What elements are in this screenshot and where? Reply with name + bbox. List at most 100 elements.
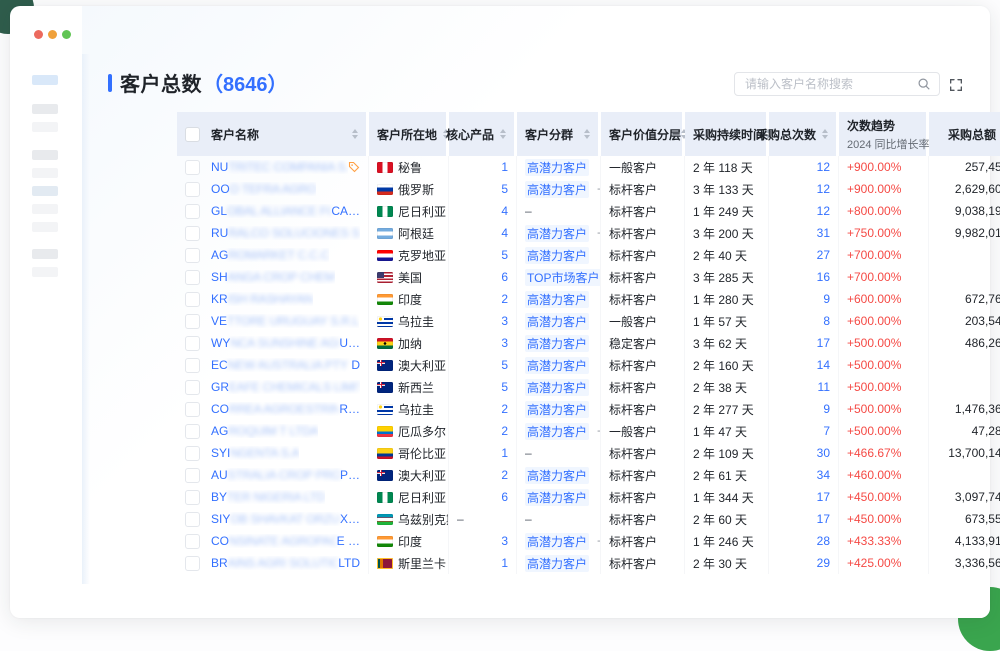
customer-name-link[interactable]: GLOBAL ALLIANCE FOR CHEMICA…	[211, 204, 360, 218]
purchase-count-value[interactable]: 12	[817, 182, 830, 196]
row-checkbox[interactable]	[185, 226, 200, 241]
core-products-value[interactable]: 5	[501, 380, 508, 394]
core-products-value[interactable]: 1	[501, 556, 508, 570]
customer-name-link[interactable]: CONSINATE AGROPACK PRIVATE …	[211, 534, 360, 548]
segment-link[interactable]: TOP市场客户	[525, 269, 601, 286]
customer-name-link[interactable]: NUTRITEC COMPANIA S.A.C	[211, 160, 348, 174]
customer-name-link[interactable]: RURALCO SOLUCIONES S.A	[211, 226, 360, 240]
search-input[interactable]	[743, 76, 917, 92]
purchase-count-value[interactable]: 9	[823, 402, 830, 416]
sidebar-item[interactable]	[32, 222, 58, 232]
segment-link[interactable]: 高潜力客户	[525, 379, 589, 396]
search-icon[interactable]	[917, 77, 931, 91]
segment-link[interactable]: 高潜力客户	[525, 533, 589, 550]
sidebar-item[interactable]	[32, 168, 58, 178]
core-products-value[interactable]: 2	[501, 468, 508, 482]
customer-name-link[interactable]: BYTER NIGERIA LTD	[211, 490, 325, 504]
purchase-count-value[interactable]: 17	[817, 490, 830, 504]
segment-link[interactable]: 高潜力客户	[525, 159, 589, 176]
core-products-value[interactable]: 6	[501, 270, 508, 284]
core-products-value[interactable]: 4	[501, 226, 508, 240]
purchase-count-value[interactable]: 7	[823, 424, 830, 438]
customer-name-link[interactable]: AGROQUIM T LTDA	[211, 424, 318, 438]
sidebar-item[interactable]	[32, 104, 58, 114]
sort-icon[interactable]	[500, 129, 506, 139]
customer-name-link[interactable]: WYNCA SUNSHINE AGRO PRODU…	[211, 336, 360, 350]
sort-icon[interactable]	[352, 129, 358, 139]
row-checkbox[interactable]	[185, 446, 200, 461]
purchase-count-value[interactable]: 28	[817, 534, 830, 548]
purchase-count-value[interactable]: 11	[818, 380, 830, 394]
column-header-tier[interactable]: 客户价值分层	[601, 112, 685, 156]
core-products-value[interactable]: 5	[501, 358, 508, 372]
core-products-value[interactable]: 2	[501, 402, 508, 416]
core-products-value[interactable]: 1	[501, 160, 508, 174]
customer-name-link[interactable]: SIYOB SHAVKAT ORZU FERMER X…	[211, 512, 360, 526]
row-checkbox[interactable]	[185, 424, 200, 439]
purchase-count-value[interactable]: 14	[817, 358, 830, 372]
customer-name-link[interactable]: SHANGA CROP CHEM	[211, 270, 335, 284]
purchase-count-value[interactable]: 31	[817, 226, 830, 240]
customer-name-link[interactable]: CORREA AGROESTRINA AL LABIO R…	[211, 402, 360, 416]
row-checkbox[interactable]	[185, 336, 200, 351]
row-checkbox[interactable]	[185, 314, 200, 329]
sidebar-item[interactable]	[32, 204, 58, 214]
row-checkbox[interactable]	[185, 160, 200, 175]
column-header-trend[interactable]: 次数趋势2024 同比增长率	[839, 112, 929, 156]
core-products-value[interactable]: 5	[501, 182, 508, 196]
purchase-count-value[interactable]: 29	[817, 556, 830, 570]
sidebar-item-active[interactable]	[32, 75, 58, 85]
segment-link[interactable]: 高潜力客户	[525, 247, 589, 264]
core-products-value[interactable]: 3	[501, 314, 508, 328]
segment-link[interactable]: 高潜力客户	[525, 357, 589, 374]
column-header-segment[interactable]: 客户分群	[517, 112, 601, 156]
row-checkbox[interactable]	[185, 182, 200, 197]
column-header-core[interactable]: 核心产品	[449, 112, 517, 156]
core-products-value[interactable]: 4	[501, 204, 508, 218]
row-checkbox[interactable]	[185, 556, 200, 571]
column-header-amount[interactable]: 采购总额i	[929, 112, 1000, 156]
core-products-value[interactable]: 3	[501, 534, 508, 548]
close-button[interactable]	[34, 30, 43, 39]
customer-name-link[interactable]: KRISH RASHAYAN	[211, 292, 313, 306]
row-checkbox[interactable]	[185, 490, 200, 505]
purchase-count-value[interactable]: 12	[817, 160, 830, 174]
purchase-count-value[interactable]: 16	[817, 270, 830, 284]
row-checkbox[interactable]	[185, 358, 200, 373]
row-checkbox[interactable]	[185, 248, 200, 263]
purchase-count-value[interactable]: 12	[817, 204, 830, 218]
column-header-count[interactable]: 采购总次数	[769, 112, 839, 156]
segment-link[interactable]: 高潜力客户	[525, 423, 589, 440]
segment-link[interactable]: 高潜力客户	[525, 291, 589, 308]
row-checkbox[interactable]	[185, 402, 200, 417]
sidebar-item[interactable]	[32, 267, 58, 277]
sidebar-item[interactable]	[32, 186, 58, 196]
sidebar-item[interactable]	[32, 122, 58, 132]
purchase-count-value[interactable]: 27	[817, 248, 830, 262]
maximize-button[interactable]	[62, 30, 71, 39]
core-products-value[interactable]: 2	[501, 292, 508, 306]
row-checkbox[interactable]	[185, 468, 200, 483]
core-products-value[interactable]: 3	[501, 336, 508, 350]
customer-name-link[interactable]: VETTORE URUGUAY S.R.L	[211, 314, 359, 328]
segment-link[interactable]: 高潜力客户	[525, 225, 589, 242]
column-header-location[interactable]: 客户所在地	[369, 112, 449, 156]
segment-link[interactable]: 高潜力客户	[525, 401, 589, 418]
segment-link[interactable]: 高潜力客户	[525, 313, 589, 330]
row-checkbox[interactable]	[185, 270, 200, 285]
column-header-name[interactable]: 客户名称	[177, 112, 369, 156]
purchase-count-value[interactable]: 17	[817, 512, 830, 526]
customer-name-link[interactable]: ECNEW AUSTRALIA PTY LIMITED	[211, 358, 360, 372]
sidebar-item[interactable]	[32, 150, 58, 160]
segment-link[interactable]: 高潜力客户	[525, 555, 589, 572]
customer-name-link[interactable]: AUSTRALIA CROP PROTECTION P…	[211, 468, 360, 482]
segment-link[interactable]: 高潜力客户	[525, 489, 589, 506]
segment-link[interactable]: 高潜力客户	[525, 467, 589, 484]
fullscreen-expand-icon[interactable]	[948, 77, 964, 93]
row-checkbox[interactable]	[185, 204, 200, 219]
purchase-count-value[interactable]: 8	[823, 314, 830, 328]
customer-name-link[interactable]: OOO TEFRA AGRO	[211, 182, 316, 196]
sort-icon[interactable]	[584, 129, 590, 139]
row-checkbox[interactable]	[185, 512, 200, 527]
core-products-value[interactable]: 2	[501, 424, 508, 438]
